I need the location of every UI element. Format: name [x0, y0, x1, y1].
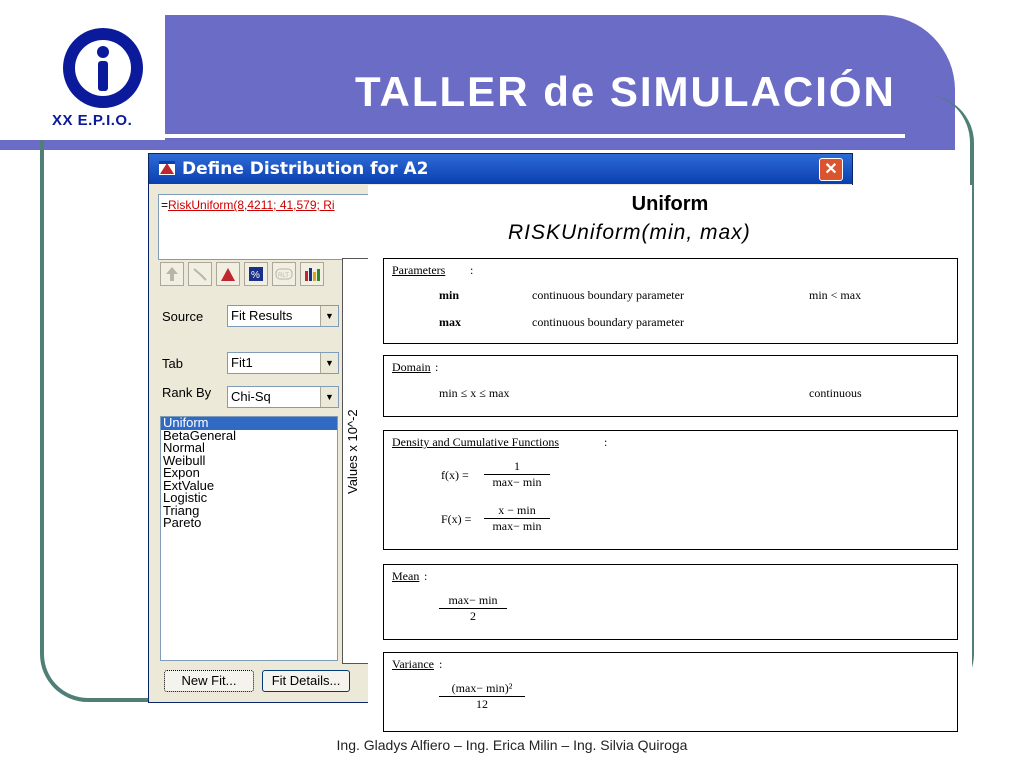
- density-heading: Density and Cumulative Functions: [392, 435, 559, 449]
- fit-details-button[interactable]: Fit Details...: [262, 670, 350, 692]
- slide-footer: Ing. Gladys Alfiero – Ing. Erica Milin –…: [336, 737, 688, 753]
- chevron-down-icon[interactable]: ▼: [320, 353, 338, 373]
- move-up-icon[interactable]: [160, 262, 184, 286]
- mean-heading: Mean: [392, 569, 420, 583]
- svg-text:%: %: [251, 270, 260, 281]
- chevron-down-icon[interactable]: ▼: [320, 306, 338, 326]
- dialog-titlebar[interactable]: Define Distribution for A2 ✕: [149, 154, 852, 184]
- percentile-icon[interactable]: %: [244, 262, 268, 286]
- svg-text:RLT: RLT: [278, 273, 289, 279]
- domain-type: continuous: [809, 386, 862, 400]
- bar-chart-icon[interactable]: [300, 262, 324, 286]
- rank-by-label: Rank By: [162, 385, 212, 400]
- slide-title: TALLER de SIMULACIÓN: [355, 68, 896, 115]
- close-icon[interactable]: ✕: [819, 158, 843, 181]
- mean-section: Mean: max− min 2: [383, 564, 958, 640]
- variance-heading: Variance: [392, 657, 434, 671]
- list-item[interactable]: Pareto: [161, 516, 337, 530]
- domain-heading: Domain: [392, 360, 431, 374]
- mean-fraction: max− min 2: [439, 593, 507, 624]
- domain-section: Domain: min ≤ x ≤ max continuous: [383, 355, 958, 417]
- distribution-list[interactable]: Uniform BetaGeneral Normal Weibull Expon…: [160, 416, 338, 661]
- distribution-shape-icon[interactable]: [216, 262, 240, 286]
- variance-section: Variance: (max− min)² 12: [383, 652, 958, 732]
- source-value: Fit Results: [231, 308, 293, 323]
- parameters-section: Parameters: min continuous boundary para…: [383, 258, 958, 344]
- formula-field[interactable]: =RiskUniform(8,4211; 41,579; Ri: [158, 194, 378, 260]
- param-desc: continuous boundary parameter: [532, 288, 684, 302]
- rlt-icon[interactable]: RLT: [272, 262, 296, 286]
- pdf-lhs: f(x) =: [441, 468, 469, 482]
- rank-by-value: Chi-Sq: [231, 389, 271, 404]
- logo-area: XX E.P.I.O.: [0, 15, 165, 140]
- chevron-down-icon[interactable]: ▼: [320, 387, 338, 407]
- cdf-lhs: F(x) =: [441, 512, 472, 526]
- param-name: min: [439, 288, 460, 302]
- param-name: max: [439, 315, 461, 329]
- pdf-fraction: 1 max− min: [484, 459, 550, 490]
- logo-icon: [63, 28, 143, 108]
- help-title: Uniform: [631, 193, 709, 215]
- parameters-heading: Parameters: [392, 263, 446, 277]
- y-axis-label: Values x 10^-2: [345, 409, 360, 494]
- tab-value: Fit1: [231, 355, 253, 370]
- tab-label: Tab: [162, 356, 183, 371]
- param-constraint: min < max: [809, 288, 862, 302]
- domain-expression: min ≤ x ≤ max: [439, 386, 510, 400]
- formula-prefix: =: [161, 198, 169, 212]
- source-label: Source: [162, 309, 204, 324]
- distribution-app-icon: [159, 161, 175, 175]
- distribution-help-panel: Uniform RISKUniform(min, max) Parameters…: [368, 185, 972, 740]
- source-select[interactable]: Fit Results ▼: [227, 305, 339, 327]
- rank-by-select[interactable]: Chi-Sq ▼: [227, 386, 339, 408]
- formula-text[interactable]: RiskUniform(8,4211; 41,579; Ri: [168, 198, 335, 212]
- variance-fraction: (max− min)² 12: [439, 681, 525, 712]
- new-fit-button[interactable]: New Fit...: [164, 670, 254, 692]
- dialog-title: Define Distribution for A2: [182, 159, 429, 179]
- tab-select[interactable]: Fit1 ▼: [227, 352, 339, 374]
- logo-text: XX E.P.I.O.: [52, 112, 133, 129]
- param-desc: continuous boundary parameter: [532, 315, 684, 329]
- swap-icon[interactable]: [188, 262, 212, 286]
- cdf-fraction: x − min max− min: [484, 503, 550, 534]
- help-function-signature: RISKUniform(min, max): [508, 221, 751, 244]
- density-section: Density and Cumulative Functions: f(x) =…: [383, 430, 958, 550]
